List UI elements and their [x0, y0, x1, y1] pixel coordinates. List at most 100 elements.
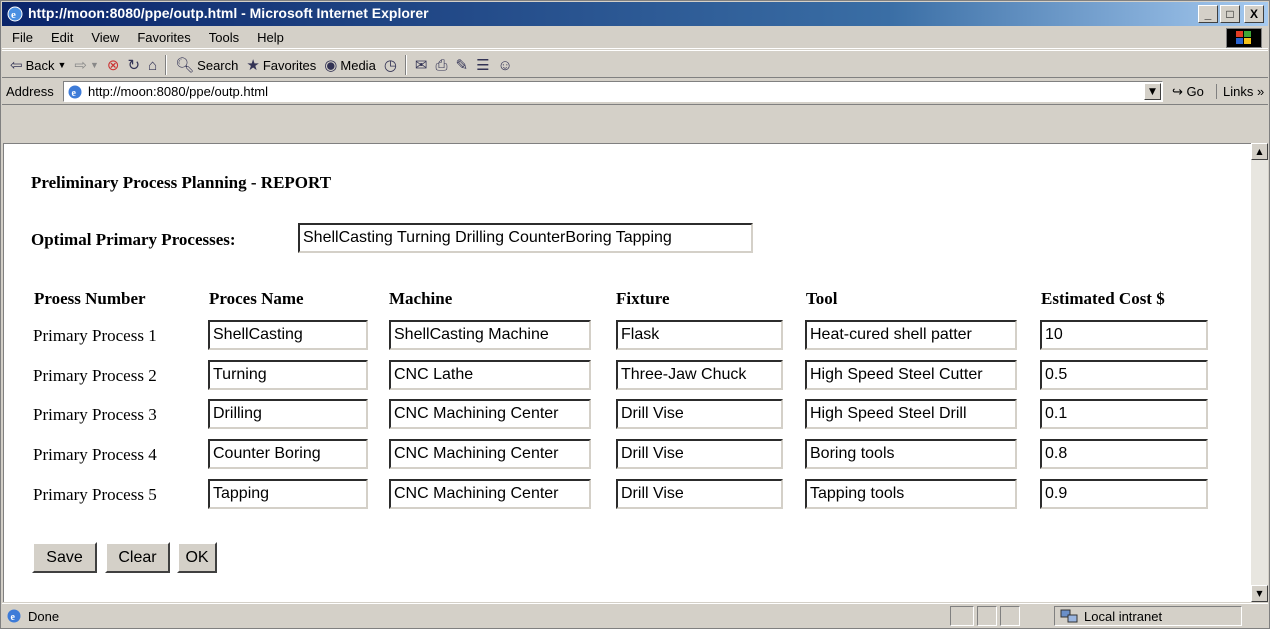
go-button[interactable]: ↪ Go	[1172, 84, 1204, 100]
process-name-input[interactable]	[208, 320, 368, 350]
windows-flag-icon	[1226, 28, 1262, 48]
toolbar-separator	[165, 55, 168, 75]
tool-input[interactable]	[805, 399, 1017, 429]
optimal-processes-input[interactable]	[298, 223, 753, 253]
svg-text:e: e	[72, 88, 77, 99]
fixture-input[interactable]	[616, 439, 783, 469]
discuss-icon[interactable]: ☰	[476, 56, 489, 74]
search-icon: 🔍︎	[175, 57, 195, 74]
search-button[interactable]: 🔍︎ Search	[175, 56, 238, 74]
fixture-input[interactable]	[616, 399, 783, 429]
process-number-label: Primary Process 4	[33, 445, 157, 464]
edit-icon[interactable]: ✎	[456, 56, 469, 74]
stop-icon[interactable]: ⊗	[107, 56, 120, 74]
status-panel	[1000, 606, 1020, 626]
print-icon[interactable]: ⎙	[435, 57, 447, 74]
media-button[interactable]: ◉ Media	[324, 56, 376, 74]
ie-page-icon: e	[7, 609, 21, 623]
tool-input[interactable]	[805, 320, 1017, 350]
fixture-input[interactable]	[616, 479, 783, 509]
address-label: Address	[6, 84, 54, 99]
back-label: Back	[25, 57, 55, 73]
toolbar-separator	[404, 55, 407, 75]
cost-input[interactable]	[1040, 439, 1208, 469]
column-header-cost: Estimated Cost $	[1041, 289, 1165, 308]
svg-text:e: e	[11, 9, 16, 21]
ie-page-icon: e	[68, 85, 82, 99]
column-header-name: Proces Name	[209, 289, 304, 308]
messenger-icon[interactable]: ☺	[498, 57, 513, 74]
cost-input[interactable]	[1040, 320, 1208, 350]
title-bar: e http://moon:8080/ppe/outp.html - Micro…	[2, 2, 1268, 26]
cost-input[interactable]	[1040, 360, 1208, 390]
favorites-label: Favorites	[262, 57, 317, 73]
cost-input[interactable]	[1040, 399, 1208, 429]
status-panel	[950, 606, 974, 626]
minimize-button[interactable]: _	[1198, 5, 1218, 23]
search-label: Search	[197, 57, 239, 73]
forward-button[interactable]: ⇨ ▼	[74, 56, 99, 74]
tool-input[interactable]	[805, 479, 1017, 509]
machine-input[interactable]	[389, 360, 591, 390]
process-number-label: Primary Process 2	[33, 366, 157, 385]
svg-text:e: e	[11, 612, 16, 623]
close-button[interactable]: X	[1244, 5, 1264, 23]
machine-input[interactable]	[389, 320, 591, 350]
favorites-icon: ★	[246, 57, 260, 74]
process-name-input[interactable]	[208, 479, 368, 509]
media-icon: ◉	[324, 57, 338, 74]
fixture-input[interactable]	[616, 320, 783, 350]
menu-file[interactable]: File	[12, 30, 33, 45]
column-header-tool: Tool	[806, 289, 838, 308]
column-header-number: Proess Number	[34, 289, 146, 308]
links-button[interactable]: Links »	[1216, 84, 1264, 99]
history-icon[interactable]: ◷	[384, 56, 397, 74]
window-title: http://moon:8080/ppe/outp.html - Microso…	[28, 5, 429, 21]
tool-input[interactable]	[805, 360, 1017, 390]
mail-icon[interactable]: ✉	[415, 56, 428, 74]
maximize-button[interactable]: □	[1220, 5, 1240, 23]
scroll-down-button[interactable]: ▼	[1251, 585, 1268, 602]
back-button[interactable]: ⇦ Back ▼	[10, 56, 66, 74]
process-name-input[interactable]	[208, 439, 368, 469]
address-url: http://moon:8080/ppe/outp.html	[88, 84, 268, 99]
refresh-icon[interactable]: ↻	[127, 56, 140, 74]
process-name-input[interactable]	[208, 360, 368, 390]
process-number-label: Primary Process 3	[33, 405, 157, 424]
machine-input[interactable]	[389, 439, 591, 469]
browser-window: e http://moon:8080/ppe/outp.html - Micro…	[0, 0, 1270, 629]
forward-arrow-icon: ⇨	[74, 57, 87, 74]
address-dropdown-button[interactable]: ▼	[1144, 83, 1161, 100]
ie-logo-icon: e	[7, 6, 23, 22]
back-arrow-icon: ⇦	[10, 57, 23, 74]
process-name-input[interactable]	[208, 399, 368, 429]
media-label: Media	[340, 57, 376, 73]
page-title: Preliminary Process Planning - REPORT	[31, 173, 332, 192]
go-arrow-icon: ↪	[1172, 84, 1183, 99]
cost-input[interactable]	[1040, 479, 1208, 509]
menu-help[interactable]: Help	[257, 30, 284, 45]
save-button[interactable]: Save	[32, 542, 97, 573]
machine-input[interactable]	[389, 399, 591, 429]
fixture-input[interactable]	[616, 360, 783, 390]
menu-tools[interactable]: Tools	[209, 30, 239, 45]
status-text: Done	[28, 608, 60, 624]
favorites-button[interactable]: ★ Favorites	[246, 56, 316, 74]
ok-button[interactable]: OK	[177, 542, 217, 573]
scroll-up-button[interactable]: ▲	[1251, 143, 1268, 160]
tool-input[interactable]	[805, 439, 1017, 469]
links-label: Links	[1223, 84, 1254, 99]
menu-edit[interactable]: Edit	[51, 30, 73, 45]
optimal-processes-label: Optimal Primary Processes:	[31, 230, 236, 249]
machine-input[interactable]	[389, 479, 591, 509]
chevron-down-icon: ▼	[89, 60, 99, 70]
menu-favorites[interactable]: Favorites	[137, 30, 190, 45]
column-header-fixture: Fixture	[616, 289, 670, 308]
home-icon[interactable]: ⌂	[148, 57, 157, 74]
address-input[interactable]: e http://moon:8080/ppe/outp.html ▼	[63, 81, 1163, 102]
menu-view[interactable]: View	[91, 30, 119, 45]
status-panel	[977, 606, 997, 626]
vertical-scrollbar[interactable]: ▲ ▼	[1251, 143, 1268, 602]
zone-text: Local intranet	[1084, 608, 1163, 624]
clear-button[interactable]: Clear	[105, 542, 170, 573]
